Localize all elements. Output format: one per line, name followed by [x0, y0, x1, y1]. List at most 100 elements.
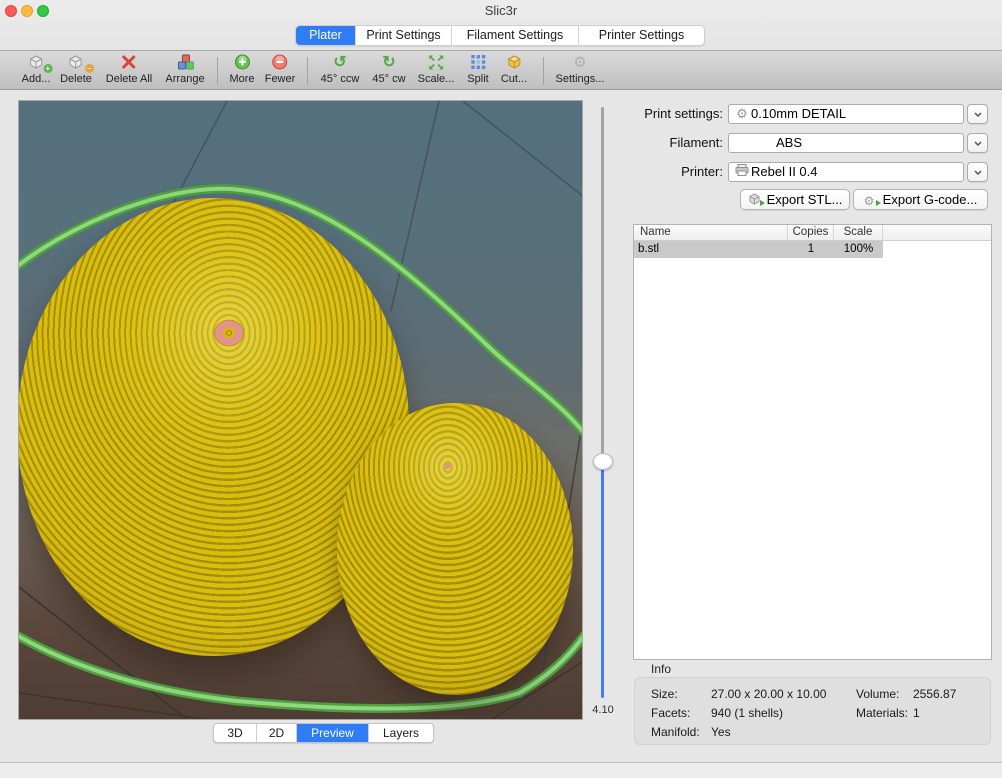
- toolbar-button-delete-all[interactable]: Delete All: [106, 54, 152, 88]
- toolbar-button-label: More: [229, 73, 254, 85]
- sliced-object-small-dome[interactable]: [337, 403, 573, 695]
- toolbar-button-label: Delete: [60, 73, 92, 85]
- plus-circle-icon: [229, 54, 254, 72]
- main-tab-bar: Plater Print Settings Filament Settings …: [295, 25, 705, 46]
- scale-arrows-icon: [418, 54, 455, 72]
- arrange-cubes-icon: [165, 54, 204, 72]
- export-stl-icon: [748, 193, 762, 206]
- tab-filament-settings[interactable]: Filament Settings: [452, 26, 579, 45]
- layer-slider-thumb[interactable]: [593, 453, 613, 470]
- view-tab-2d[interactable]: 2D: [257, 724, 297, 742]
- printer-dropdown-button[interactable]: [967, 162, 988, 182]
- add-box-icon: +: [22, 54, 51, 72]
- layer-slider-fill: [601, 462, 604, 698]
- toolbar-button-delete[interactable]: – Delete: [60, 54, 92, 88]
- cell-scale: 100%: [834, 241, 883, 258]
- export-gcode-button[interactable]: ⚙ Export G-code...: [853, 189, 988, 210]
- print-settings-label: Print settings:: [630, 104, 723, 124]
- tab-print-settings[interactable]: Print Settings: [356, 26, 452, 45]
- cell-copies: 1: [788, 241, 834, 258]
- toolbar: + Add... – Delete Delete All Arrange Mor…: [0, 50, 1002, 90]
- toolbar-button-rotate-ccw[interactable]: ↺ 45° ccw: [321, 54, 360, 88]
- toolbar-separator: [543, 57, 544, 85]
- export-stl-button[interactable]: Export STL...: [740, 189, 850, 210]
- window-title: Slic3r: [0, 0, 1002, 22]
- 3d-preview-canvas[interactable]: [18, 100, 583, 720]
- gear-icon: ⚙: [556, 54, 605, 72]
- volume-value: 2556.87: [913, 687, 956, 701]
- object-list-table[interactable]: Name Copies Scale b.stl 1 100%: [633, 224, 992, 660]
- toolbar-button-label: Delete All: [106, 73, 152, 85]
- printer-value: Rebel II 0.4: [751, 163, 818, 181]
- column-header-scale[interactable]: Scale: [834, 225, 883, 240]
- toolbar-button-label: 45° ccw: [321, 73, 360, 85]
- view-tab-3d[interactable]: 3D: [214, 724, 257, 742]
- toolbar-button-label: Add...: [22, 73, 51, 85]
- column-header-copies[interactable]: Copies: [788, 225, 834, 240]
- gear-icon: ⚙: [733, 105, 751, 123]
- chevron-down-icon: [974, 112, 982, 117]
- view-tab-layers[interactable]: Layers: [369, 724, 433, 742]
- status-bar: [0, 762, 1002, 778]
- print-settings-combo[interactable]: ⚙ 0.10mm DETAIL: [728, 104, 964, 124]
- toolbar-button-add[interactable]: + Add...: [22, 54, 51, 88]
- toolbar-button-rotate-cw[interactable]: ↻ 45° cw: [372, 54, 405, 88]
- toolbar-button-label: 45° cw: [372, 73, 405, 85]
- toolbar-button-cut[interactable]: Cut...: [501, 54, 527, 88]
- toolbar-button-split[interactable]: Split: [467, 54, 488, 88]
- facets-label: Facets:: [651, 706, 690, 720]
- toolbar-button-arrange[interactable]: Arrange: [165, 54, 204, 88]
- export-gcode-label: Export G-code...: [883, 192, 978, 207]
- toolbar-button-more[interactable]: More: [229, 54, 254, 88]
- toolbar-button-label: Split: [467, 73, 488, 85]
- view-tab-preview[interactable]: Preview: [297, 724, 369, 742]
- cell-name: b.stl: [634, 241, 788, 258]
- minus-circle-icon: [265, 54, 296, 72]
- table-row[interactable]: b.stl 1 100%: [634, 241, 991, 258]
- view-mode-tab-bar: 3D 2D Preview Layers: [213, 723, 434, 743]
- manifold-value: Yes: [711, 725, 731, 739]
- delete-box-icon: –: [60, 54, 92, 72]
- rotate-cw-icon: ↻: [372, 54, 405, 72]
- split-dots-icon: [467, 54, 488, 72]
- rotate-ccw-icon: ↺: [321, 54, 360, 72]
- size-value: 27.00 x 20.00 x 10.00: [711, 687, 826, 701]
- top-infill-ring-small: [442, 461, 453, 471]
- filament-value: ABS: [776, 134, 802, 152]
- layer-slider-track[interactable]: [601, 107, 604, 462]
- toolbar-button-label: Cut...: [501, 73, 527, 85]
- delete-all-icon: [106, 54, 152, 72]
- filament-label: Filament:: [630, 133, 723, 153]
- top-infill-ring-large: [211, 317, 247, 349]
- tab-printer-settings[interactable]: Printer Settings: [579, 26, 704, 45]
- toolbar-button-settings[interactable]: ⚙ Settings...: [556, 54, 605, 88]
- export-stl-label: Export STL...: [767, 192, 843, 207]
- toolbar-button-fewer[interactable]: Fewer: [265, 54, 296, 88]
- printer-combo[interactable]: Rebel II 0.4: [728, 162, 964, 182]
- toolbar-separator: [307, 57, 308, 85]
- toolbar-button-label: Settings...: [556, 73, 605, 85]
- print-settings-dropdown-button[interactable]: [967, 104, 988, 124]
- title-bar: Slic3r Plater Print Settings Filament Se…: [0, 0, 1002, 49]
- export-gcode-icon: ⚙: [864, 193, 878, 206]
- toolbar-button-label: Fewer: [265, 73, 296, 85]
- filament-dropdown-button[interactable]: [967, 133, 988, 153]
- chevron-down-icon: [974, 170, 982, 175]
- info-group-title: Info: [651, 662, 671, 676]
- print-settings-value: 0.10mm DETAIL: [751, 105, 846, 123]
- info-box: Size: 27.00 x 20.00 x 10.00 Volume: 2556…: [634, 677, 991, 745]
- manifold-label: Manifold:: [651, 725, 700, 739]
- toolbar-button-label: Arrange: [165, 73, 204, 85]
- filament-combo[interactable]: ABS: [728, 133, 964, 153]
- layer-slider-value: 4.10: [586, 704, 620, 716]
- toolbar-button-scale[interactable]: Scale...: [418, 54, 455, 88]
- chevron-down-icon: [974, 141, 982, 146]
- materials-value: 1: [913, 706, 920, 720]
- size-label: Size:: [651, 687, 678, 701]
- column-header-name[interactable]: Name: [634, 225, 788, 240]
- facets-value: 940 (1 shells): [711, 706, 783, 720]
- toolbar-separator: [217, 57, 218, 85]
- toolbar-button-label: Scale...: [418, 73, 455, 85]
- tab-plater[interactable]: Plater: [296, 26, 356, 45]
- materials-label: Materials:: [856, 706, 908, 720]
